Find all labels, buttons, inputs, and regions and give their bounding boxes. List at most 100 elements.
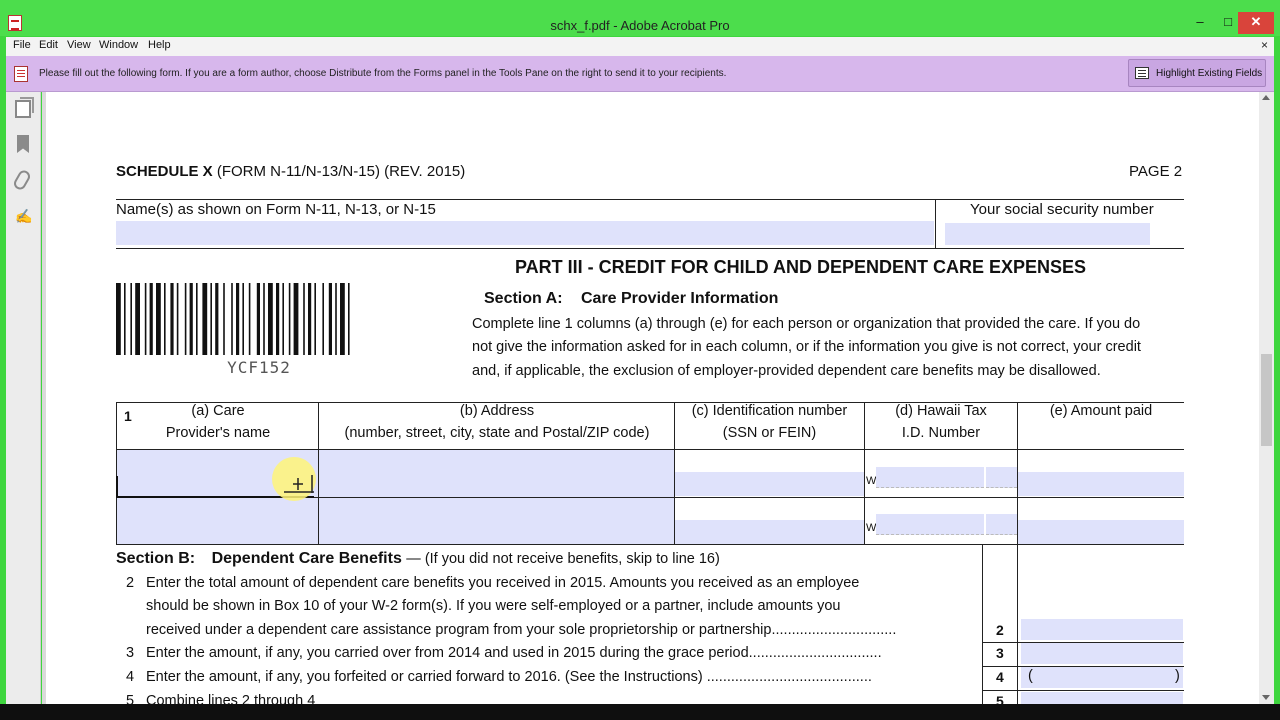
section-b-label: Section B: [116,550,196,567]
section-b-heading: Section B: Dependent Care Benefits — (If… [116,550,720,568]
menu-file[interactable]: File [13,39,31,51]
column-header-d: I.D. Number [901,425,981,441]
barcode-bar [263,283,265,355]
taskbar-strip [0,704,1280,720]
barcode-bar [149,283,153,355]
scroll-up-icon[interactable] [1262,95,1270,100]
close-button[interactable]: ✕ [1238,12,1274,34]
signatures-icon[interactable]: ✍ [15,207,32,225]
table-border [116,544,1184,545]
barcode-bar [293,283,299,355]
close-document-icon[interactable]: × [1261,38,1268,52]
barcode-bar [282,283,284,355]
address-field[interactable] [319,498,674,544]
w-prefix: W [866,522,877,534]
schedule-label: SCHEDULE X [116,163,213,180]
barcode-bar [189,283,193,355]
line-4-number: 4 [126,669,135,685]
line-2-text: received under a dependent care assistan… [146,622,896,638]
document-area[interactable]: SCHEDULE X (FORM N-11/N-13/N-15) (REV. 2… [42,92,1259,704]
barcode-bar [340,283,345,355]
column-header-a: Provider's name [165,425,271,441]
form-notification-bar: Please fill out the following form. If y… [6,56,1274,92]
column-header-c: (SSN or FEIN) [722,425,817,441]
barcode-bar [242,283,244,355]
divider [116,248,1184,249]
text-cursor-icon [284,475,314,493]
part-title: PART III - CREDIT FOR CHILD AND DEPENDEN… [515,257,1087,277]
line-3-amount-field[interactable] [1021,643,1183,664]
hawaii-tax-id-suffix-field[interactable] [986,514,1017,535]
table-border [982,690,1184,691]
id-number-field[interactable] [675,520,864,544]
line-5-amount-field[interactable] [1021,692,1183,704]
amount-paid-field[interactable] [1018,520,1184,544]
menu-window[interactable]: Window [99,39,138,51]
attachments-icon[interactable] [11,168,33,192]
line-2-text: Enter the total amount of dependent care… [146,575,860,591]
hawaii-tax-id-field[interactable] [876,514,984,535]
column-header-d: (d) Hawaii Tax [895,403,987,419]
line-4-text: Enter the amount, if any, you forfeited … [146,669,872,685]
ssn-label: Your social security number [970,201,1154,218]
barcode-bar [196,283,198,355]
minimize-button[interactable]: – [1186,12,1214,34]
provider-name-field[interactable] [117,498,318,544]
section-a-instructions: Complete line 1 columns (a) through (e) … [472,316,1141,332]
barcode-bar [335,283,337,355]
divider [116,199,1184,200]
column-header-b: (b) Address [459,403,535,419]
hawaii-tax-id-suffix-field[interactable] [986,467,1017,488]
pdf-page: SCHEDULE X (FORM N-11/N-13/N-15) (REV. 2… [46,92,1259,704]
section-a-label: Section A: [484,290,563,307]
page-thumbnails-icon[interactable] [15,97,34,118]
barcode-bar [156,283,161,355]
hawaii-tax-id-field[interactable] [876,467,984,488]
line-4-text-main: Enter the amount, if any, you forfeited … [146,669,703,685]
barcode-bar [288,283,291,355]
column-header-a: (a) Care [191,403,245,419]
menu-edit[interactable]: Edit [39,39,58,51]
column-header-c: (c) Identification number [691,403,848,419]
barcode-bar [202,283,208,355]
line-5-text: Combine lines 2 through 4 [146,693,316,704]
barcode-bar [144,283,147,355]
line-2-amount-field[interactable] [1021,619,1183,640]
line-4-box-label: 4 [996,669,1004,685]
amount-paid-field[interactable] [1018,472,1184,496]
column-header-e: (e) Amount paid [1049,403,1153,419]
barcode-bar [322,283,324,355]
menu-help[interactable]: Help [148,39,171,51]
table-border [982,544,983,704]
barcode-bar [116,283,121,355]
window-title: schx_f.pdf - Adobe Acrobat Pro [550,18,730,33]
names-field[interactable] [116,221,934,245]
section-b-note: — (If you did not receive benefits, skip… [406,551,720,567]
barcode-bar [236,283,240,355]
menu-view[interactable]: View [67,39,91,51]
scrollbar-thumb[interactable] [1261,354,1272,446]
line-2-box-label: 2 [996,622,1004,638]
column-header-b: (number, street, city, state and Postal/… [344,425,650,441]
line-3-box-label: 3 [996,645,1004,661]
line-5-number: 5 [126,693,135,704]
address-field[interactable] [319,450,674,497]
barcode-bar [164,283,166,355]
barcode-bar [223,283,225,355]
barcode-image [116,283,350,355]
menu-bar: File Edit View Window Help × [6,37,1274,56]
id-number-field[interactable] [675,472,864,496]
scroll-down-icon[interactable] [1262,695,1270,700]
line-4-amount-field[interactable] [1021,667,1183,688]
title-bar: schx_f.pdf - Adobe Acrobat Pro – □ ✕ [0,0,1280,36]
highlight-fields-button[interactable]: Highlight Existing Fields [1128,59,1266,87]
line-5-box-label: 5 [996,693,1004,704]
ssn-field[interactable] [945,223,1150,245]
page-label: PAGE 2 [1129,163,1183,180]
barcode-bar [231,283,233,355]
barcode-text: YCF152 [227,358,291,377]
divider [935,199,936,248]
vertical-scrollbar[interactable] [1259,92,1274,704]
section-a-title: Care Provider Information [580,290,779,307]
bookmarks-icon[interactable] [17,135,29,153]
